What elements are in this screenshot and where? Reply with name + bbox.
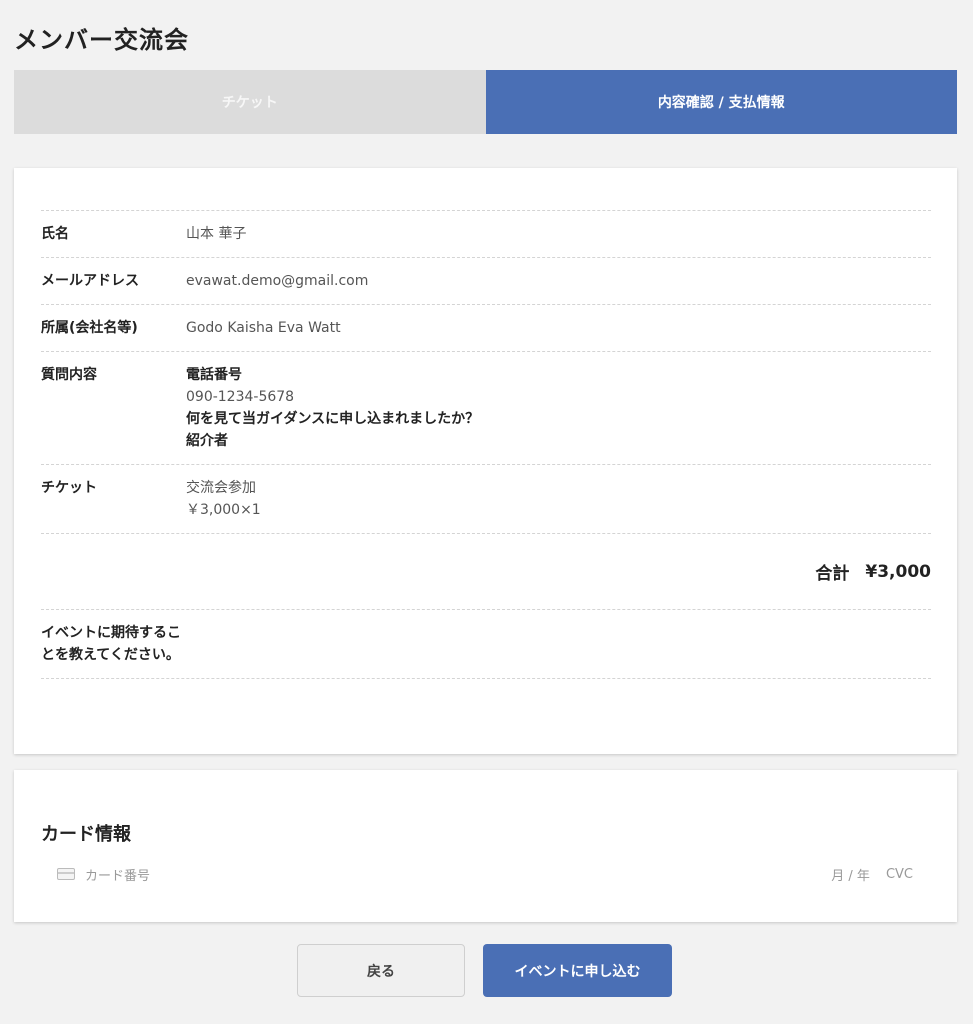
card-expiry-input[interactable]: 月 / 年: [831, 865, 870, 884]
email-label: メールアドレス: [41, 273, 139, 289]
email-row: メールアドレス evawat.demo@gmail.com: [41, 257, 931, 304]
ticket-name: 交流会参加: [186, 480, 256, 496]
answer-phone: 090-1234-5678: [186, 389, 295, 405]
expectations-row: イベントに期待することを教えてください。: [41, 609, 931, 679]
ticket-value: 交流会参加 ￥3,000×1: [186, 477, 931, 521]
company-row: 所属(会社名等) Godo Kaisha Eva Watt: [41, 304, 931, 351]
summary-rows: 氏名 山本 華子 メールアドレス evawat.demo@gmail.com 所…: [41, 210, 931, 679]
ticket-price: ￥3,000×1: [186, 502, 261, 518]
total-value: ¥3,000: [865, 561, 931, 582]
ticket-row: チケット 交流会参加 ￥3,000×1: [41, 464, 931, 533]
card-cvc-input[interactable]: CVC: [886, 867, 913, 882]
email-value: evawat.demo@gmail.com: [186, 273, 369, 289]
question-phone: 電話番号: [186, 367, 242, 383]
answer-source: 紹介者: [186, 433, 228, 449]
total-row: 合計 ¥3,000: [41, 533, 931, 609]
back-button[interactable]: 戻る: [297, 944, 465, 997]
questions-row: 質問内容 電話番号 090-1234-5678 何を見て当ガイダンスに申し込まれ…: [41, 351, 931, 464]
company-value: Godo Kaisha Eva Watt: [186, 320, 341, 336]
page-title: メンバー交流会: [14, 26, 189, 54]
name-row: 氏名 山本 華子: [41, 210, 931, 257]
credit-card-icon: [57, 868, 75, 880]
order-summary-card: 氏名 山本 華子 メールアドレス evawat.demo@gmail.com 所…: [14, 168, 957, 754]
company-label: 所属(会社名等): [41, 320, 138, 336]
questions-value: 電話番号 090-1234-5678 何を見て当ガイダンスに申し込まれましたか？…: [186, 364, 931, 452]
submit-button[interactable]: イベントに申し込む: [483, 944, 672, 997]
card-info-title: カード情報: [41, 824, 131, 845]
expectations-label: イベントに期待することを教えてください。: [41, 625, 181, 663]
expectations-value: [186, 622, 931, 666]
question-source: 何を見て当ガイダンスに申し込まれましたか？: [186, 411, 480, 427]
total-label: 合計: [815, 564, 850, 584]
name-label: 氏名: [41, 226, 69, 242]
tab-confirm-payment[interactable]: 内容確認 / 支払情報: [485, 70, 957, 134]
name-value: 山本 華子: [186, 226, 247, 242]
payment-card: カード情報 カード番号 月 / 年 CVC: [14, 770, 957, 922]
card-input-field[interactable]: カード番号 月 / 年 CVC: [41, 856, 931, 892]
tab-ticket[interactable]: チケット: [14, 70, 486, 134]
questions-label: 質問内容: [41, 367, 97, 383]
ticket-label: チケット: [41, 480, 97, 496]
step-tabs: チケット 内容確認 / 支払情報: [14, 70, 957, 134]
card-number-input[interactable]: カード番号: [85, 865, 831, 884]
